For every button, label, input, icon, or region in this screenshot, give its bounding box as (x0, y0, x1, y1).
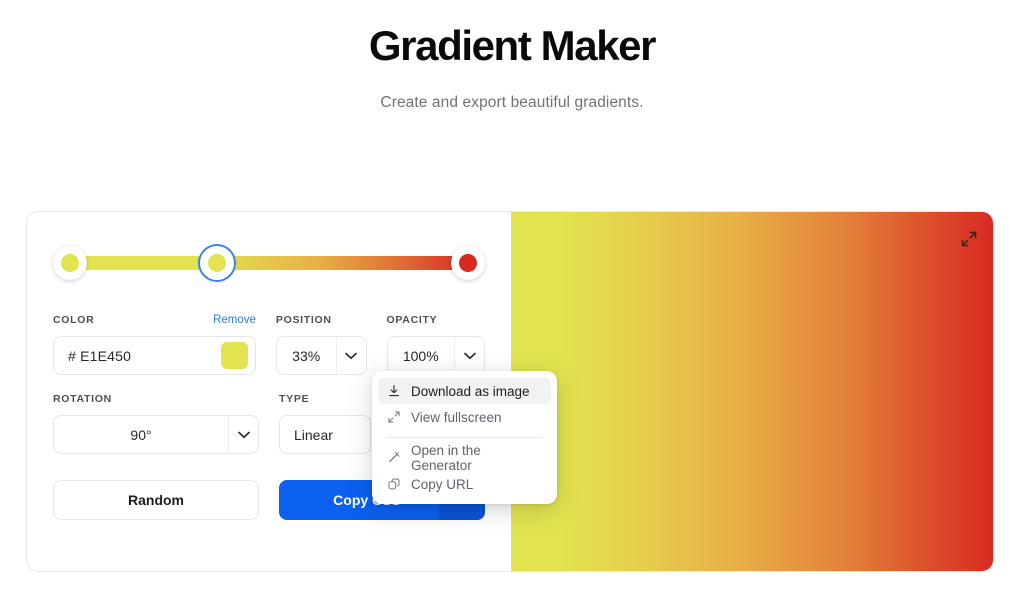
gradient-preview[interactable] (511, 212, 993, 571)
gradient-stop-0[interactable] (53, 246, 87, 280)
gradient-preview-surface (511, 212, 993, 571)
rotation-value: 90° (130, 426, 152, 443)
gradient-stop-2[interactable] (451, 246, 485, 280)
rotation-select[interactable]: 90° (53, 415, 259, 454)
type-value: Linear (294, 426, 333, 443)
opacity-field: OPACITY 100% (386, 314, 486, 375)
type-label-line: TYPE (279, 393, 371, 406)
random-button[interactable]: Random (53, 480, 259, 520)
gradient-stop-0-color (61, 254, 79, 272)
gradient-stop-1-color (208, 254, 226, 272)
copy-icon (386, 477, 401, 492)
chevron-down-icon[interactable] (335, 337, 366, 374)
type-field: TYPE Linear (279, 393, 371, 454)
menu-item-open-in-the-generator[interactable]: Open in the Generator (378, 443, 551, 473)
menu-item-label: Copy URL (411, 476, 474, 492)
menu-item-label: View fullscreen (411, 409, 502, 425)
gradient-stop-1[interactable] (200, 246, 234, 280)
color-label: COLOR (53, 314, 95, 326)
rotation-field: ROTATION 90° (53, 393, 259, 454)
type-label: TYPE (279, 393, 310, 405)
chevron-down-icon[interactable] (454, 337, 484, 374)
controls-panel: COLOR Remove # E1E450 POSITION 33% OPACI… (27, 212, 557, 571)
opacity-label: OPACITY (386, 314, 438, 326)
position-label: POSITION (275, 314, 332, 326)
menu-item-view-fullscreen[interactable]: View fullscreen (378, 404, 551, 430)
opacity-value: 100% (402, 347, 439, 364)
gradient-editor-card: COLOR Remove # E1E450 POSITION 33% OPACI… (26, 211, 994, 572)
export-dropdown-menu[interactable]: Download as image View fullscreen Open i… (372, 371, 557, 504)
menu-separator (386, 437, 543, 438)
download-icon (386, 384, 401, 399)
expand-icon (386, 410, 401, 425)
page-title: Gradient Maker (368, 22, 657, 69)
position-select[interactable]: 33% (275, 336, 367, 375)
opacity-label-line: OPACITY (387, 314, 486, 327)
fields-row-primary: COLOR Remove # E1E450 POSITION 33% OPACI… (53, 314, 485, 375)
menu-item-download-as-image[interactable]: Download as image (378, 378, 551, 404)
page-subtitle: Create and export beautiful gradients. (380, 94, 644, 112)
menu-item-label: Download as image (411, 383, 530, 399)
color-hex-value[interactable]: # E1E450 (54, 348, 221, 364)
page-header: Gradient Maker Create and export beautif… (0, 0, 1024, 112)
color-label-line: COLOR Remove (53, 314, 256, 327)
color-field: COLOR Remove # E1E450 (53, 314, 256, 375)
chevron-down-icon[interactable] (228, 416, 258, 453)
remove-stop-link[interactable]: Remove (213, 314, 256, 326)
position-field: POSITION 33% (275, 314, 367, 375)
menu-item-label: Open in the Generator (411, 443, 481, 473)
gradient-stop-2-color (459, 254, 477, 272)
menu-item-copy-url[interactable]: Copy URL (378, 471, 551, 497)
type-select[interactable]: Linear (279, 415, 371, 454)
rotation-label-line: ROTATION (53, 393, 259, 406)
color-swatch[interactable] (220, 342, 248, 369)
color-input[interactable]: # E1E450 (53, 336, 256, 375)
expand-icon[interactable] (960, 230, 978, 248)
position-value: 33% (292, 347, 321, 364)
magic-wand-icon (386, 451, 401, 466)
rotation-label: ROTATION (53, 393, 112, 405)
gradient-slider-track[interactable] (70, 256, 468, 270)
position-label-line: POSITION (276, 314, 367, 327)
opacity-select[interactable]: 100% (386, 336, 485, 375)
gradient-stop-slider[interactable] (53, 246, 485, 280)
